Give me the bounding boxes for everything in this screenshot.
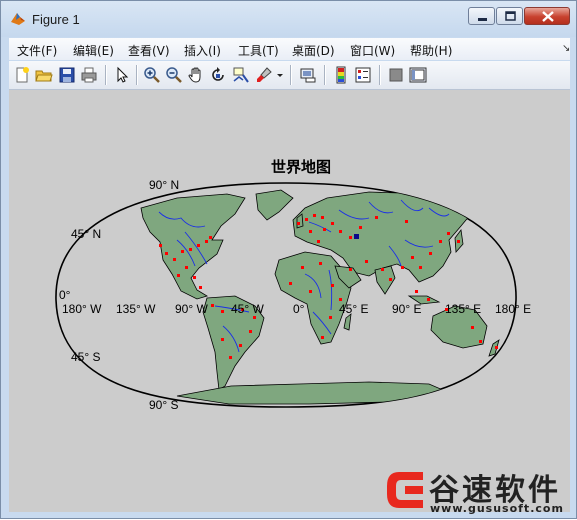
window-title: Figure 1 <box>32 12 80 27</box>
maximize-icon <box>505 11 516 21</box>
title-bar[interactable]: Figure 1 <box>1 1 577 37</box>
open-file-icon[interactable] <box>35 66 53 84</box>
figure-toolbar <box>9 61 570 90</box>
lon-label-45e: 45° E <box>339 302 369 316</box>
toolbar-separator <box>136 65 138 85</box>
land-north-america <box>140 193 246 300</box>
map-title: 世界地图 <box>270 158 331 176</box>
lon-label-45w: 45° W <box>231 302 264 316</box>
data-cursor-icon[interactable] <box>232 66 250 84</box>
rotate-3d-icon[interactable] <box>209 66 227 84</box>
lon-label-90w: 90° W <box>175 302 208 316</box>
lon-label-0: 0° <box>293 302 305 316</box>
insert-colorbar-icon[interactable] <box>332 66 350 84</box>
brush-dropdown-icon[interactable] <box>275 66 285 84</box>
minimize-button[interactable] <box>468 7 495 25</box>
figure-canvas[interactable]: 世界地图 90° N 45° N 0° 45° S 90° S 180° W 1… <box>9 90 570 512</box>
lat-label-0: 0° <box>59 288 71 302</box>
lon-label-180e: 180° E <box>495 302 532 316</box>
lon-label-180w: 180° W <box>62 302 102 316</box>
land-greenland <box>255 189 294 221</box>
toolbar-separator <box>290 65 292 85</box>
pan-hand-icon[interactable] <box>187 66 205 84</box>
save-icon[interactable] <box>58 66 76 84</box>
zoom-out-icon[interactable] <box>165 66 183 84</box>
lon-label-90e: 90° E <box>392 302 422 316</box>
capital-marker <box>354 234 359 239</box>
hide-plot-tools-icon[interactable] <box>387 66 405 84</box>
print-icon[interactable] <box>80 66 98 84</box>
maximize-button[interactable] <box>496 7 523 25</box>
menu-window[interactable]: 窗口(W) <box>350 42 395 59</box>
land-antarctica <box>176 381 444 405</box>
watermark-logo-icon <box>387 472 423 508</box>
show-plot-tools-icon[interactable] <box>409 66 427 84</box>
new-figure-icon[interactable] <box>13 66 31 84</box>
matlab-logo-icon <box>11 13 25 25</box>
lat-label-45n: 45° N <box>71 227 102 241</box>
menu-desktop[interactable]: 桌面(D) <box>292 42 335 59</box>
toolbar-separator <box>379 65 381 85</box>
lon-label-135e: 135° E <box>445 302 482 316</box>
zoom-in-icon[interactable] <box>143 66 161 84</box>
close-icon <box>542 11 554 22</box>
menu-insert[interactable]: 插入(I) <box>184 42 221 59</box>
menu-file[interactable]: 文件(F) <box>17 42 57 59</box>
brush-icon[interactable] <box>255 66 273 84</box>
menu-tools[interactable]: 工具(T) <box>238 42 279 59</box>
close-button[interactable] <box>524 7 570 25</box>
link-plot-icon[interactable] <box>299 66 317 84</box>
lat-label-90n: 90° N <box>149 178 180 192</box>
insert-legend-icon[interactable] <box>354 66 372 84</box>
toolbar-separator <box>324 65 326 85</box>
land-madagascar <box>343 313 352 331</box>
menu-help[interactable]: 帮助(H) <box>410 42 452 59</box>
menu-view[interactable]: 查看(V) <box>128 42 170 59</box>
edit-plot-arrow-icon[interactable] <box>113 66 131 84</box>
figure-window: Figure 1 文件(F) 编辑(E) 查看(V) 插入(I) 工具(T) 桌… <box>0 0 577 519</box>
minimize-icon <box>478 18 487 21</box>
world-map-axes[interactable] <box>9 90 570 512</box>
lat-label-90s: 90° S <box>149 398 179 412</box>
lon-label-135w: 135° W <box>116 302 156 316</box>
menu-bar: 文件(F) 编辑(E) 查看(V) 插入(I) 工具(T) 桌面(D) 窗口(W… <box>9 38 570 60</box>
toolbar-separator <box>105 65 107 85</box>
watermark-url: www.gususoft.com <box>430 502 564 515</box>
lat-label-45s: 45° S <box>71 350 101 364</box>
menu-overflow-arrow[interactable]: ↘ <box>562 43 570 54</box>
watermark: 谷速软件 www.gususoft.com <box>383 464 573 516</box>
menu-edit[interactable]: 编辑(E) <box>73 42 114 59</box>
